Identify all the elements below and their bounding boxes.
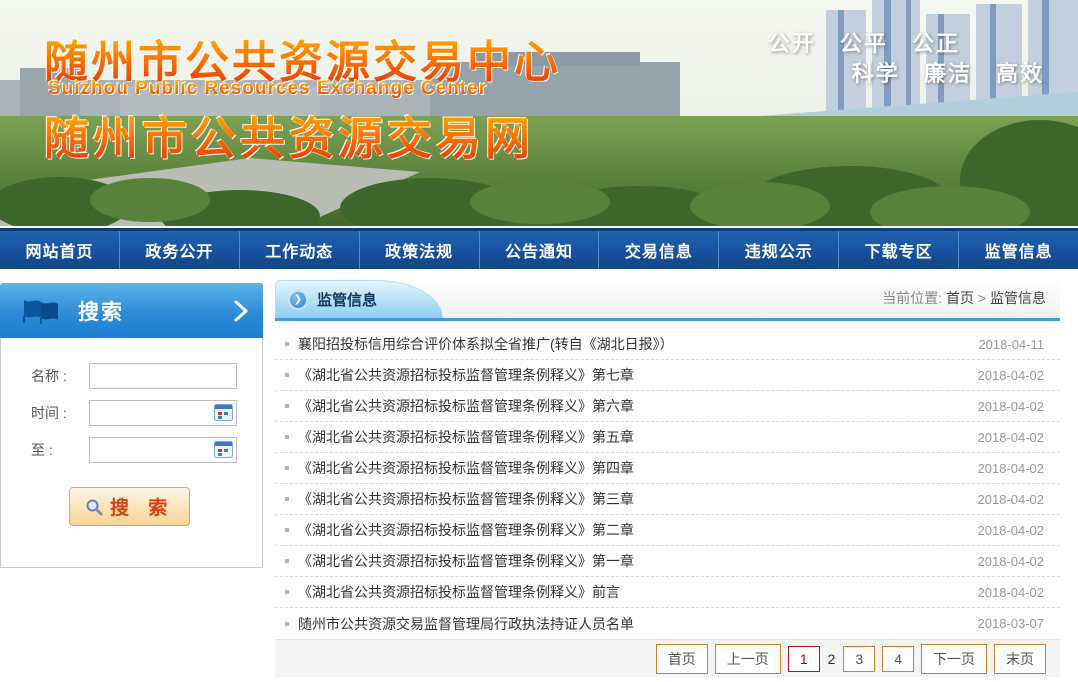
nav-item-trade-info[interactable]: 交易信息 (599, 231, 719, 269)
article-link[interactable]: 《湖北省公共资源招标投标监督管理条例释义》第一章 (298, 551, 966, 571)
bullet-icon (285, 590, 289, 594)
flag-icon (22, 297, 60, 325)
bullet-icon (285, 497, 289, 501)
site-title2-cn: 随州市公共资源交易网 (44, 102, 534, 167)
bullet-icon (285, 559, 289, 563)
calendar-icon[interactable] (214, 441, 233, 458)
bullet-icon (285, 404, 289, 408)
article-link[interactable]: 《湖北省公共资源招标投标监督管理条例释义》第七章 (298, 365, 966, 385)
nav-item-downloads[interactable]: 下载专区 (839, 231, 959, 269)
list-item: 《湖北省公共资源招标投标监督管理条例释义》第四章 2018-04-02 (275, 453, 1060, 484)
pagination-page-4[interactable]: 4 (882, 646, 914, 672)
article-date: 2018-04-02 (978, 585, 1045, 600)
bullet-icon (285, 435, 289, 439)
article-link[interactable]: 《湖北省公共资源招标投标监督管理条例释义》第二章 (298, 520, 966, 540)
circle-arrow-icon: ❯ (288, 290, 308, 310)
article-date: 2018-03-07 (978, 616, 1045, 631)
date-from-label: 时间 : (31, 403, 89, 423)
date-to-label: 至 : (31, 440, 89, 460)
site-title-en: Suizhou Public Resources Exchange Center (48, 78, 487, 100)
content-area: 搜索 名称 : 时间 : (0, 269, 1078, 677)
article-date: 2018-04-02 (978, 461, 1045, 476)
date-from-row: 时间 : (1, 399, 262, 427)
article-link[interactable]: 《湖北省公共资源招标投标监督管理条例释义》第六章 (298, 396, 966, 416)
main-nav: 网站首页 政务公开 工作动态 政策法规 公告通知 交易信息 违规公示 下载专区 … (0, 228, 1078, 269)
bullet-icon (285, 528, 289, 532)
calendar-icon[interactable] (214, 404, 233, 421)
pagination-prev-button[interactable]: 上一页 (715, 644, 781, 674)
nav-item-work-news[interactable]: 工作动态 (240, 231, 360, 269)
search-form: 名称 : 时间 : 至 (0, 338, 263, 568)
article-link[interactable]: 《湖北省公共资源招标投标监督管理条例释义》前言 (298, 582, 966, 602)
bullet-icon (285, 466, 289, 470)
article-link[interactable]: 《湖北省公共资源招标投标监督管理条例释义》第三章 (298, 489, 966, 509)
search-sidebar: 搜索 名称 : 时间 : (0, 283, 263, 568)
slogan-line1: 公开 公平 公正 (768, 26, 960, 58)
section-tab-label: 监管信息 (317, 289, 377, 310)
nav-item-notices[interactable]: 公告通知 (480, 231, 600, 269)
main-panel: ❯ 监管信息 当前位置: 首页 > 监管信息 襄阳招投标信用综合评价体系拟全省推… (275, 283, 1060, 677)
nav-item-gov-info[interactable]: 政务公开 (120, 231, 240, 269)
pagination-last-button[interactable]: 末页 (994, 644, 1046, 674)
pagination: 首页 上一页 1 2 3 4 下一页 末页 (275, 639, 1060, 677)
article-date: 2018-04-02 (978, 492, 1045, 507)
magnifier-icon (85, 498, 103, 516)
list-item: 《湖北省公共资源招标投标监督管理条例释义》第六章 2018-04-02 (275, 391, 1060, 422)
pagination-page-3[interactable]: 3 (843, 646, 875, 672)
article-list: 襄阳招投标信用综合评价体系拟全省推广(转自《湖北日报》） 2018-04-11 《… (275, 321, 1060, 639)
pagination-first-button[interactable]: 首页 (656, 644, 708, 674)
search-panel-title: 搜索 (78, 296, 231, 326)
list-item: 《湖北省公共资源招标投标监督管理条例释义》第七章 2018-04-02 (275, 360, 1060, 391)
list-item: 《湖北省公共资源招标投标监督管理条例释义》第一章 2018-04-02 (275, 546, 1060, 577)
slogan-line2: 科学 廉洁 高效 (852, 56, 1044, 88)
list-item: 襄阳招投标信用综合评价体系拟全省推广(转自《湖北日报》） 2018-04-11 (275, 329, 1060, 360)
article-date: 2018-04-11 (978, 337, 1044, 352)
name-input[interactable] (89, 363, 237, 389)
pagination-page-1-current[interactable]: 1 (788, 646, 820, 672)
article-date: 2018-04-02 (978, 523, 1045, 538)
article-date: 2018-04-02 (978, 399, 1045, 414)
name-field-label: 名称 : (31, 366, 89, 386)
search-panel-header: 搜索 (0, 283, 263, 338)
pagination-next-button[interactable]: 下一页 (921, 644, 987, 674)
date-to-row: 至 : (1, 436, 262, 464)
list-item: 《湖北省公共资源招标投标监督管理条例释义》前言 2018-04-02 (275, 577, 1060, 608)
nav-item-policies[interactable]: 政策法规 (360, 231, 480, 269)
banner: 随州市公共资源交易中心 Suizhou Public Resources Exc… (0, 0, 1078, 226)
nav-item-violations[interactable]: 违规公示 (719, 231, 839, 269)
chevron-right-icon (231, 298, 251, 324)
breadcrumb-separator: > (978, 290, 986, 306)
bullet-icon (285, 622, 289, 626)
breadcrumb-home-link[interactable]: 首页 (946, 290, 974, 306)
breadcrumb-prefix: 当前位置: (882, 290, 942, 306)
bullet-icon (285, 373, 289, 377)
bullet-icon (285, 342, 289, 346)
search-button[interactable]: 搜 索 (69, 487, 190, 526)
article-date: 2018-04-02 (978, 430, 1045, 445)
article-date: 2018-04-02 (978, 368, 1045, 383)
breadcrumb-current: 监管信息 (990, 290, 1046, 306)
section-header: ❯ 监管信息 当前位置: 首页 > 监管信息 (275, 283, 1060, 321)
nav-item-home[interactable]: 网站首页 (0, 231, 120, 269)
list-item: 《湖北省公共资源招标投标监督管理条例释义》第五章 2018-04-02 (275, 422, 1060, 453)
article-link[interactable]: 随州市公共资源交易监督管理局行政执法持证人员名单 (298, 614, 966, 634)
article-link[interactable]: 襄阳招投标信用综合评价体系拟全省推广(转自《湖北日报》） (298, 334, 966, 354)
breadcrumb: 当前位置: 首页 > 监管信息 (882, 288, 1060, 318)
list-item: 《湖北省公共资源招标投标监督管理条例释义》第三章 2018-04-02 (275, 484, 1060, 515)
pagination-page-2[interactable]: 2 (827, 651, 837, 667)
section-tab: ❯ 监管信息 (275, 280, 443, 318)
name-field-row: 名称 : (1, 362, 262, 390)
list-item: 随州市公共资源交易监督管理局行政执法持证人员名单 2018-03-07 (275, 608, 1060, 639)
article-link[interactable]: 《湖北省公共资源招标投标监督管理条例释义》第五章 (298, 427, 966, 447)
nav-item-supervision[interactable]: 监管信息 (959, 231, 1078, 269)
article-link[interactable]: 《湖北省公共资源招标投标监督管理条例释义》第四章 (298, 458, 966, 478)
search-button-label: 搜 索 (110, 493, 174, 520)
list-item: 《湖北省公共资源招标投标监督管理条例释义》第二章 2018-04-02 (275, 515, 1060, 546)
article-date: 2018-04-02 (978, 554, 1045, 569)
